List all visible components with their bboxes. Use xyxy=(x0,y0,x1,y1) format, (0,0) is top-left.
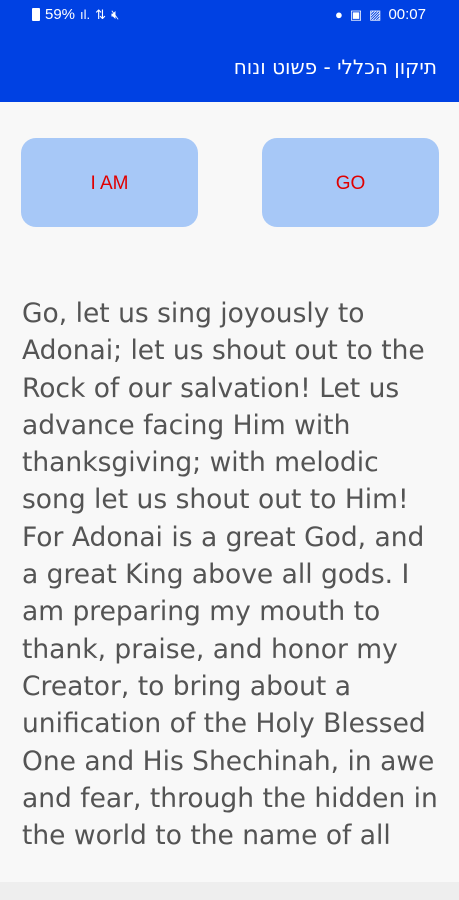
image-icon: ▨ xyxy=(369,7,382,22)
go-button[interactable]: GO xyxy=(262,138,439,227)
app-title: תיקון הכללי - פשוט ונוח xyxy=(233,55,437,79)
status-left-group: 59% ıl. ⇅ 🔇︎ xyxy=(32,6,119,23)
status-right-group: ● ▣ ▨ 00:07 xyxy=(335,6,426,23)
signal-icon: ıl. xyxy=(80,7,91,22)
battery-icon xyxy=(32,8,40,21)
battery-percent: 59% xyxy=(45,6,76,23)
bottom-bar xyxy=(0,882,459,900)
clock: 00:07 xyxy=(388,6,426,23)
i-am-button[interactable]: I AM xyxy=(21,138,198,227)
mute-icon: 🔇︎ xyxy=(111,7,120,22)
lightbulb-icon: ● xyxy=(335,7,343,22)
app-bar: תיקון הכללי - פשוט ונוח xyxy=(0,32,459,102)
data-transfer-icon: ⇅ xyxy=(95,7,107,22)
notification-box-icon: ▣ xyxy=(349,7,363,22)
status-bar: 59% ıl. ⇅ 🔇︎ ● ▣ ▨ 00:07 xyxy=(0,0,459,32)
prayer-text[interactable]: Go, let us sing joyously to Adonai; let … xyxy=(22,295,442,860)
